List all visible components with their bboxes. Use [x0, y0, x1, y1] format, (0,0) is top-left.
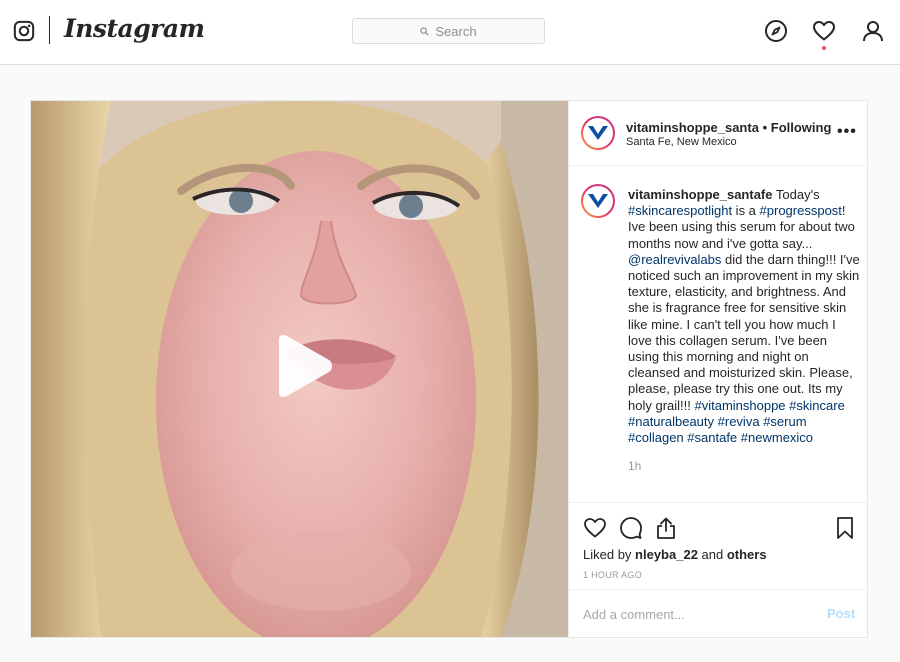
search-placeholder: Search — [435, 23, 477, 39]
caption-hashtag-link[interactable]: #newmexico — [741, 430, 813, 445]
like-heart-icon[interactable] — [583, 516, 607, 540]
post-header: vitaminshoppe_santa • Following Santa Fe… — [569, 101, 868, 166]
top-navigation-bar: Instagram Search — [0, 0, 900, 65]
vitamin-shoppe-v-logo — [588, 194, 608, 208]
caption-hashtag-link[interactable]: #reviva — [718, 414, 760, 429]
post-side-panel: vitaminshoppe_santa • Following Santa Fe… — [568, 101, 868, 637]
header-separator: • — [762, 120, 768, 135]
liked-by: Liked by nleyba_22 and others — [583, 547, 767, 562]
caption-username[interactable]: vitaminshoppe_santafe — [628, 187, 773, 202]
search-box[interactable]: Search — [352, 18, 545, 44]
caption-text: Today's #skincarespotlight is a #progres… — [628, 187, 860, 445]
post-card: vitaminshoppe_santa • Following Santa Fe… — [30, 100, 868, 638]
caption-hashtag-link[interactable]: #serum — [763, 414, 806, 429]
save-bookmark-icon[interactable] — [833, 516, 857, 540]
avatar[interactable] — [581, 116, 615, 150]
caption-hashtag-link[interactable]: #santafe — [687, 430, 737, 445]
caption-hashtag-link[interactable]: #naturalbeauty — [628, 414, 714, 429]
caption-text-segment: did the darn thing!!! I've noticed such … — [628, 251, 860, 413]
post-caption: vitaminshoppe_santafe Today's #skincares… — [628, 187, 860, 446]
liked-by-others[interactable]: others — [727, 547, 767, 562]
caption-text-segment: is a — [732, 203, 760, 219]
caption-time: 1h — [628, 459, 642, 473]
caption-hashtag-link[interactable]: #collagen — [628, 430, 684, 445]
caption-hashtag-link[interactable]: #vitaminshoppe — [694, 398, 785, 413]
activity-heart-icon[interactable] — [812, 19, 836, 43]
logo-divider — [49, 16, 50, 44]
play-icon[interactable] — [269, 333, 335, 399]
caption-mention-link[interactable]: @realrevivalabs — [628, 252, 721, 267]
comment-input[interactable] — [583, 604, 803, 624]
post-video[interactable] — [31, 101, 568, 637]
more-horizontal-icon[interactable]: ••• — [837, 123, 857, 141]
post-timestamp[interactable]: 1 HOUR AGO — [583, 570, 642, 580]
explore-compass-icon[interactable] — [764, 19, 788, 43]
notification-dot — [822, 46, 826, 50]
caption-hashtag-link[interactable]: #skincarespotlight — [628, 203, 732, 218]
avatar[interactable] — [581, 184, 615, 218]
caption-hashtag-link[interactable]: #progresspost — [760, 203, 842, 218]
liked-by-user[interactable]: nleyba_22 — [635, 547, 698, 562]
search-icon — [420, 26, 429, 36]
instagram-glyph-icon[interactable] — [13, 20, 35, 42]
caption-row: vitaminshoppe_santafe Today's #skincares… — [569, 166, 868, 502]
caption-hashtag-link[interactable]: #skincare — [789, 398, 845, 413]
post-author: vitaminshoppe_santa • Following — [626, 120, 831, 135]
comment-bubble-icon[interactable] — [619, 516, 643, 540]
share-icon[interactable] — [654, 516, 678, 540]
instagram-wordmark[interactable]: Instagram — [64, 14, 205, 43]
following-button[interactable]: Following — [771, 120, 832, 135]
add-comment-row: Post — [569, 589, 868, 637]
profile-person-icon[interactable] — [861, 19, 885, 43]
vitamin-shoppe-v-logo — [588, 126, 608, 140]
post-author-username[interactable]: vitaminshoppe_santa — [626, 120, 759, 135]
post-comment-button[interactable]: Post — [827, 606, 855, 621]
caption-text-segment: Today's — [775, 187, 820, 202]
liked-by-and: and — [697, 547, 727, 562]
post-location[interactable]: Santa Fe, New Mexico — [626, 136, 737, 148]
liked-by-prefix: Liked by — [583, 547, 636, 562]
